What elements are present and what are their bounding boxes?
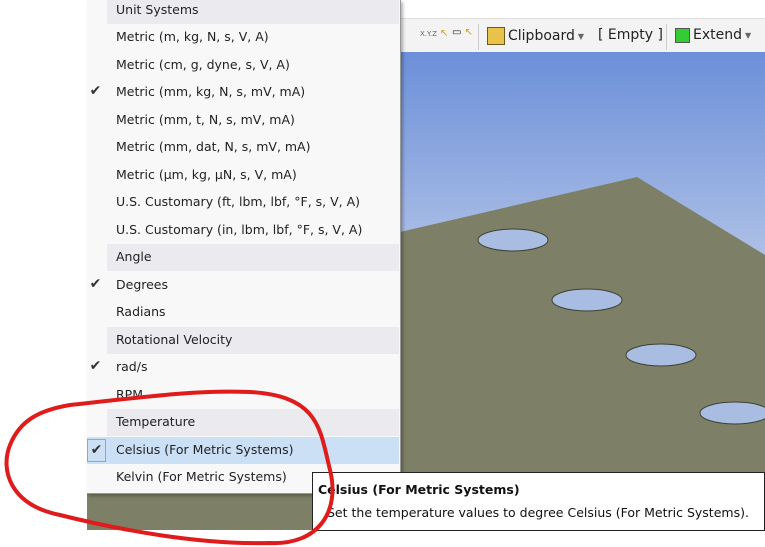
menu-item-label: Kelvin (For Metric Systems) <box>116 469 287 484</box>
menu-item-label: Radians <box>116 304 166 319</box>
menu-item-label: U.S. Customary (ft, lbm, lbf, °F, s, V, … <box>116 194 361 209</box>
xyz-label: X.Y.Z <box>420 29 437 38</box>
menu-item-label: Metric (mm, kg, N, s, mV, mA) <box>116 84 306 99</box>
toolbar: X.Y.Z ↖ ▭ ↖ Clipboard ▼ [ Empty ] Extend ▼ <box>400 0 765 52</box>
xyz-coordinate-icon[interactable]: X.Y.Z ↖ <box>420 28 448 39</box>
tooltip-title: Celsius (For Metric Systems) <box>318 482 520 497</box>
clipboard-label: Clipboard <box>508 28 575 44</box>
menu-item[interactable]: U.S. Customary (in, lbm, lbf, °F, s, V, … <box>87 217 399 244</box>
menu-item[interactable]: ✔ Celsius (For Metric Systems) <box>87 436 399 464</box>
menu-item[interactable]: Metric (µm, kg, µN, s, V, mA) <box>87 162 399 189</box>
menu-item-label: Rotational Velocity <box>116 331 233 347</box>
toolbar-separator <box>478 24 479 50</box>
menu-item-label: Metric (m, kg, N, s, V, A) <box>116 29 269 44</box>
menu-section-header: Temperature <box>87 409 399 436</box>
menu-item-label: Temperature <box>116 414 196 429</box>
tooltip: Celsius (For Metric Systems) Set the tem… <box>312 472 765 531</box>
menu-item-label: Metric (mm, dat, N, s, mV, mA) <box>116 139 311 154</box>
menu-item-label: Celsius (For Metric Systems) <box>116 441 294 457</box>
plate-hole <box>699 401 765 425</box>
menu-item-label: Unit Systems <box>116 1 199 17</box>
toolbar-top-strip <box>400 0 765 19</box>
menu-item[interactable]: RPM <box>87 382 399 409</box>
probe-value-icon[interactable]: ▭ ↖ <box>452 27 473 38</box>
extend-label: Extend <box>693 27 742 43</box>
checkmark-icon: ✔ <box>87 438 106 462</box>
menu-item-label: rad/s <box>116 359 148 374</box>
tooltip-text: Set the temperature values to degree Cel… <box>327 505 749 520</box>
clipboard-icon <box>487 27 505 45</box>
menu-item[interactable]: Radians <box>87 299 399 326</box>
menu-item[interactable]: Metric (mm, t, N, s, mV, mA) <box>87 107 399 134</box>
menu-item[interactable]: ✔ rad/s <box>87 354 399 381</box>
clipboard-empty-label: [ Empty ] <box>598 27 663 43</box>
menu-item-label: Angle <box>116 249 152 264</box>
plate-hole <box>625 343 697 367</box>
menu-item-label: Metric (µm, kg, µN, s, V, mA) <box>116 166 297 182</box>
menu-item-label: Metric (cm, g, dyne, s, V, A) <box>116 56 290 72</box>
toolbar-separator <box>666 24 667 50</box>
menu-item-label: RPM <box>116 386 144 402</box>
menu-item[interactable]: ✔ Degrees <box>87 272 399 299</box>
menu-item-label: Metric (mm, t, N, s, mV, mA) <box>116 111 295 127</box>
extend-cube-icon <box>675 27 690 43</box>
menu-section-header: Rotational Velocity <box>87 326 399 354</box>
menu-item[interactable]: ✔ Metric (mm, kg, N, s, mV, mA) <box>87 79 399 106</box>
chevron-down-icon: ▼ <box>745 30 752 40</box>
menu-item-label: U.S. Customary (in, lbm, lbf, °F, s, V, … <box>116 221 363 237</box>
units-dropdown-menu: Unit Systems Metric (m, kg, N, s, V, A) Me… <box>87 0 401 494</box>
plate-hole <box>551 288 623 312</box>
menu-item[interactable]: Metric (mm, dat, N, s, mV, mA) <box>87 134 399 161</box>
menu-item-label: Degrees <box>116 276 169 292</box>
checkmark-icon: ✔ <box>89 358 102 374</box>
clipboard-button[interactable]: Clipboard ▼ <box>487 27 584 45</box>
menu-section-header: Angle <box>87 244 399 271</box>
plate-hole <box>477 228 549 252</box>
extend-button[interactable]: Extend ▼ <box>675 27 751 43</box>
menu-item[interactable]: Metric (cm, g, dyne, s, V, A) <box>87 52 399 79</box>
checkmark-icon: ✔ <box>89 83 102 99</box>
menu-section-header: Unit Systems <box>87 0 399 24</box>
chevron-down-icon: ▼ <box>577 31 585 41</box>
menu-item[interactable]: U.S. Customary (ft, lbm, lbf, °F, s, V, … <box>87 189 399 216</box>
checkmark-icon: ✔ <box>89 275 102 292</box>
menu-item[interactable]: Metric (m, kg, N, s, V, A) <box>87 24 399 51</box>
